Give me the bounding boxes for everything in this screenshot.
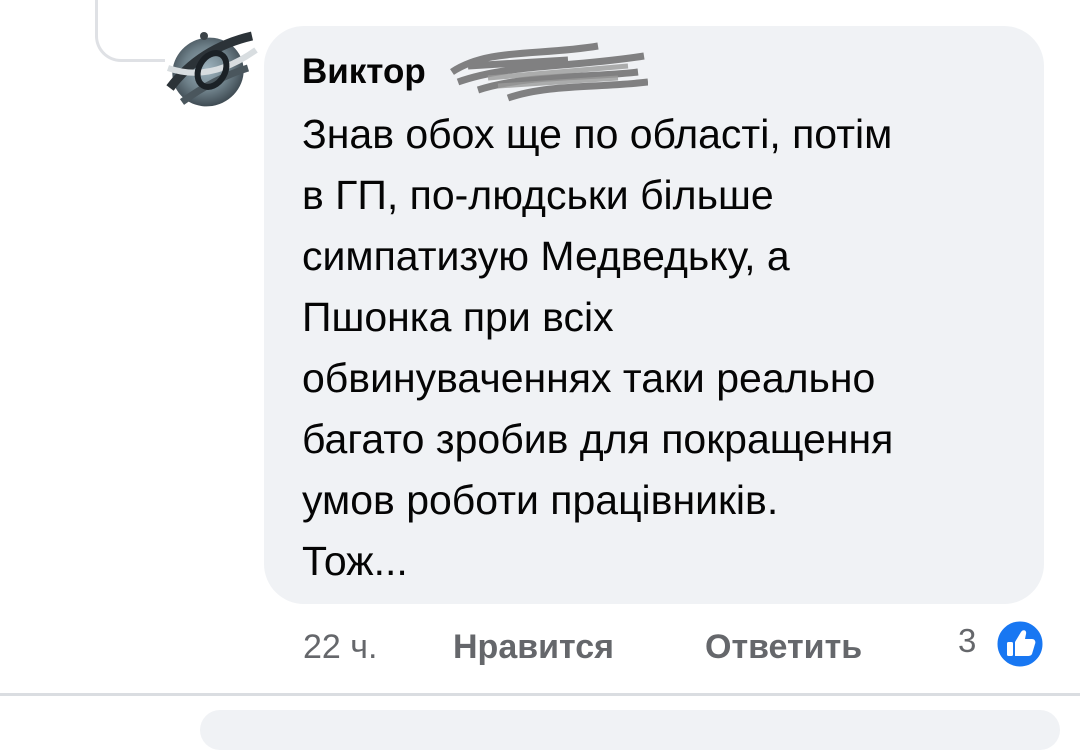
comment-body: Знав обох ще по області, потім в ГП, по-…	[302, 111, 894, 584]
comment-timestamp[interactable]: 22 ч.	[303, 628, 377, 667]
scribble-redaction	[450, 42, 648, 102]
like-button[interactable]: Нравится	[453, 628, 614, 667]
thread-connector-line	[95, 0, 165, 62]
like-thumb-icon[interactable]	[994, 618, 1046, 670]
comment-author-name[interactable]: Виктор	[302, 52, 426, 92]
next-comment-bubble	[200, 710, 1060, 750]
divider	[0, 693, 1080, 696]
reply-button[interactable]: Ответить	[705, 628, 862, 667]
reaction-count[interactable]: 3	[958, 622, 976, 660]
avatar[interactable]	[160, 28, 260, 112]
